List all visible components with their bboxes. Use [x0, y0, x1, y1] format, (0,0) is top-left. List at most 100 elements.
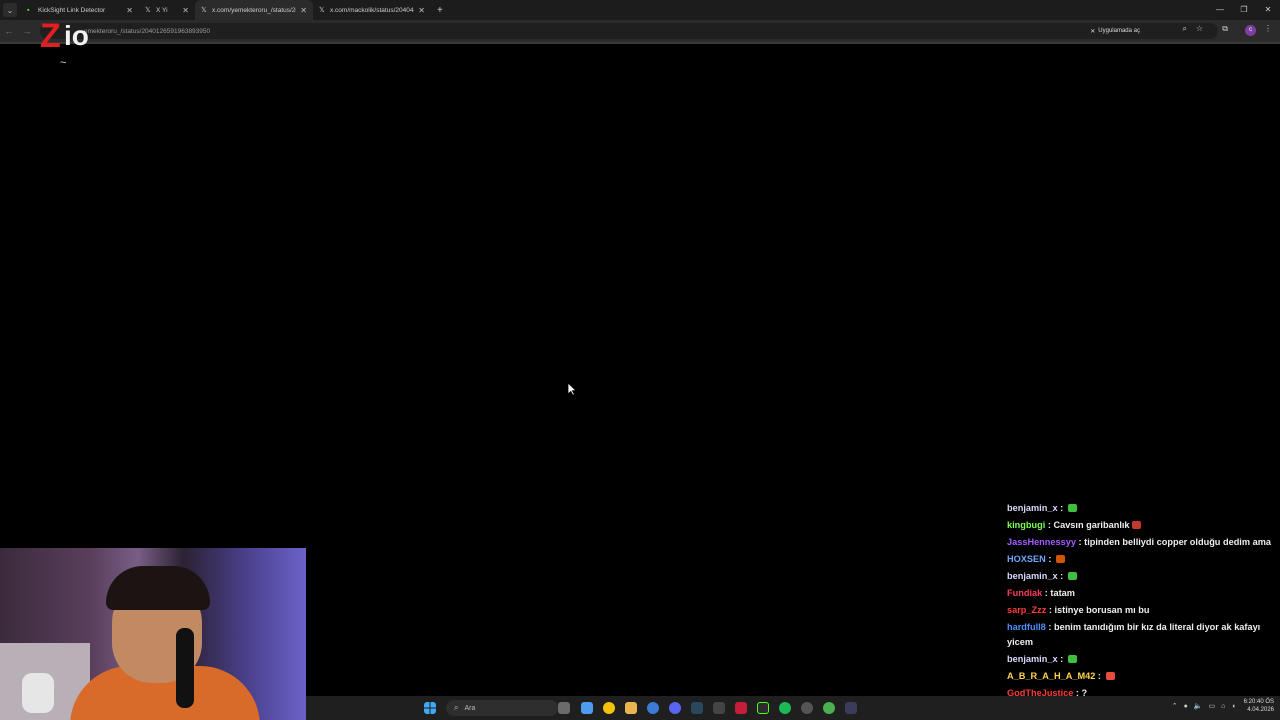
tray-display-icon[interactable]: ▭	[1209, 702, 1216, 710]
copilot-icon[interactable]	[581, 702, 593, 714]
chrome-icon[interactable]	[603, 702, 615, 714]
webcam-cup	[22, 673, 54, 713]
file-explorer-icon[interactable]	[625, 702, 637, 714]
chat-separator: :	[1045, 622, 1054, 632]
kick-icon: ▪	[27, 6, 30, 14]
chat-message: JassHennessyy : tipinden belliydi copper…	[1000, 534, 1276, 551]
channel-logo: Z io	[40, 17, 89, 53]
chat-overlay: benjamin_x : kingbugi : Cavsın garibanlı…	[1000, 500, 1276, 700]
tab-title: X Yi	[156, 6, 168, 14]
svg-text:io: io	[64, 20, 89, 51]
discord-icon[interactable]	[669, 702, 681, 714]
open-in-app-label: Uygulamada aç	[1098, 28, 1140, 34]
mouse-cursor-icon	[567, 382, 577, 396]
open-in-app-button[interactable]: ✕ Uygulamada aç	[1086, 25, 1144, 37]
svg-text:Z: Z	[40, 17, 61, 53]
chat-message: HOXSEN :	[1000, 551, 1276, 568]
tab-title: x.com/mackolik/status/204048	[330, 6, 415, 14]
x-icon: 𝕏	[201, 6, 207, 14]
chat-message: kingbugi : Cavsın garibanlık	[1000, 517, 1276, 534]
chat-username: A_B_R_A_H_A_M42	[1007, 671, 1096, 681]
bookmark-star-icon[interactable]: ☆	[1196, 24, 1203, 33]
chat-username: HOXSEN	[1007, 554, 1046, 564]
chrome-active-icon[interactable]	[823, 702, 835, 714]
taskbar-search-input[interactable]: ⌕ Ara	[446, 700, 558, 716]
chat-username: benjamin_x	[1007, 571, 1058, 581]
chat-username: Fundiak	[1007, 588, 1043, 598]
taskbar-search-placeholder: Ara	[464, 704, 476, 712]
chat-username: benjamin_x	[1007, 654, 1058, 664]
obs-icon[interactable]	[801, 702, 813, 714]
close-small-icon: ✕	[1090, 28, 1096, 35]
menu-dots-icon[interactable]: ⋮	[1264, 24, 1272, 33]
profile-avatar[interactable]: c	[1245, 25, 1256, 36]
tray-mic-icon[interactable]: ●	[1184, 703, 1188, 710]
app-icon-generic-2[interactable]	[845, 702, 857, 714]
tab-1[interactable]: 𝕏 X Yi ✕	[139, 0, 195, 20]
tab-close-icon[interactable]: ✕	[182, 6, 189, 15]
clock-time: 6:20:40 ÖS	[1243, 699, 1274, 705]
chat-message: sarp_Zzz : istinye borusan mı bu	[1000, 602, 1276, 619]
minimize-icon[interactable]: —	[1208, 0, 1232, 20]
chat-text: istinye borusan mı bu	[1054, 605, 1150, 615]
window-controls: — ❐ ✕	[1208, 0, 1280, 20]
tab-close-icon[interactable]: ✕	[126, 6, 133, 15]
tab-close-icon[interactable]: ✕	[418, 6, 425, 15]
tray-volume-icon[interactable]: ◖	[1231, 703, 1235, 710]
kick-app-icon[interactable]	[757, 702, 769, 714]
chat-message: Fundiak : tatam	[1000, 585, 1276, 602]
webcam-streamer-hair	[106, 566, 210, 610]
forward-icon[interactable]: →	[18, 26, 36, 36]
tab-title: x.com/yemekteroru_/status/20	[212, 6, 297, 14]
webcam-feed	[0, 548, 306, 720]
chat-emote-icon	[1105, 672, 1115, 680]
chat-message: benjamin_x :	[1000, 651, 1276, 668]
steam-icon[interactable]	[691, 702, 703, 714]
chat-username: benjamin_x	[1007, 503, 1058, 513]
taskbar-clock[interactable]: 6:20:40 ÖS 4.04.2026	[1244, 698, 1274, 714]
new-tab-icon[interactable]: +	[437, 5, 443, 16]
back-icon[interactable]: ←	[0, 26, 18, 36]
chat-separator: :	[1095, 671, 1104, 681]
system-tray: ⌃ ● 🔈 ▭ ⌂ ◖ 6:20:40 ÖS 4.04.2026	[1166, 698, 1274, 714]
toolbar-divider	[0, 42, 1280, 44]
chat-separator: :	[1057, 503, 1066, 513]
chat-text: tatam	[1050, 588, 1075, 598]
tab-2[interactable]: 𝕏x.com/yemekteroru_/status/20 ✕	[195, 0, 313, 20]
chat-message: A_B_R_A_H_A_M42 :	[1000, 668, 1276, 685]
browser-toolbar: ← → emekteroru_/status/20401265919638939…	[0, 20, 1280, 42]
chat-emote-icon	[1055, 555, 1065, 563]
chat-emote-icon	[1067, 655, 1077, 663]
tray-chevron-icon[interactable]: ⌃	[1172, 702, 1178, 710]
chat-emote-icon	[1067, 572, 1077, 580]
chat-username: hardfull8	[1007, 622, 1046, 632]
tray-network-icon[interactable]: ⌂	[1221, 703, 1225, 710]
address-bar[interactable]: emekteroru_/status/2040126591963893950 ✕…	[40, 23, 1218, 39]
valorant-icon[interactable]	[735, 702, 747, 714]
restore-icon[interactable]: ❐	[1232, 0, 1256, 20]
task-view-icon[interactable]	[558, 702, 570, 714]
x-icon: 𝕏	[319, 6, 325, 14]
extensions-icon[interactable]: ⧉	[1222, 24, 1228, 34]
close-window-icon[interactable]: ✕	[1256, 0, 1280, 20]
chat-separator: :	[1057, 654, 1066, 664]
chat-text: Cavsın garibanlık	[1053, 520, 1130, 530]
chat-separator: :	[1045, 554, 1054, 564]
zoom-icon[interactable]: ⌕	[1183, 24, 1187, 34]
chat-separator: :	[1046, 605, 1055, 615]
chat-text: tipinden belliydi copper olduğu dedim am…	[1084, 537, 1271, 547]
chat-username: JassHennessyy	[1007, 537, 1076, 547]
chat-message: benjamin_x :	[1000, 500, 1276, 517]
tray-speaker-icon[interactable]: 🔈	[1194, 702, 1203, 710]
windows-start-icon[interactable]	[424, 702, 436, 714]
tab-close-icon[interactable]: ✕	[300, 6, 307, 15]
tab-search-icon[interactable]: ⌄	[3, 3, 17, 17]
tab-3[interactable]: 𝕏x.com/mackolik/status/204048 ✕	[313, 0, 431, 20]
spotify-icon[interactable]	[779, 702, 791, 714]
tab-title: KickSight Link Detector	[38, 6, 106, 14]
chat-emote-icon	[1067, 504, 1077, 512]
overlay-tilde: ~	[60, 57, 67, 69]
chat-message: benjamin_x :	[1000, 568, 1276, 585]
app-icon-generic[interactable]	[713, 702, 725, 714]
ccleaner-icon[interactable]	[647, 702, 659, 714]
